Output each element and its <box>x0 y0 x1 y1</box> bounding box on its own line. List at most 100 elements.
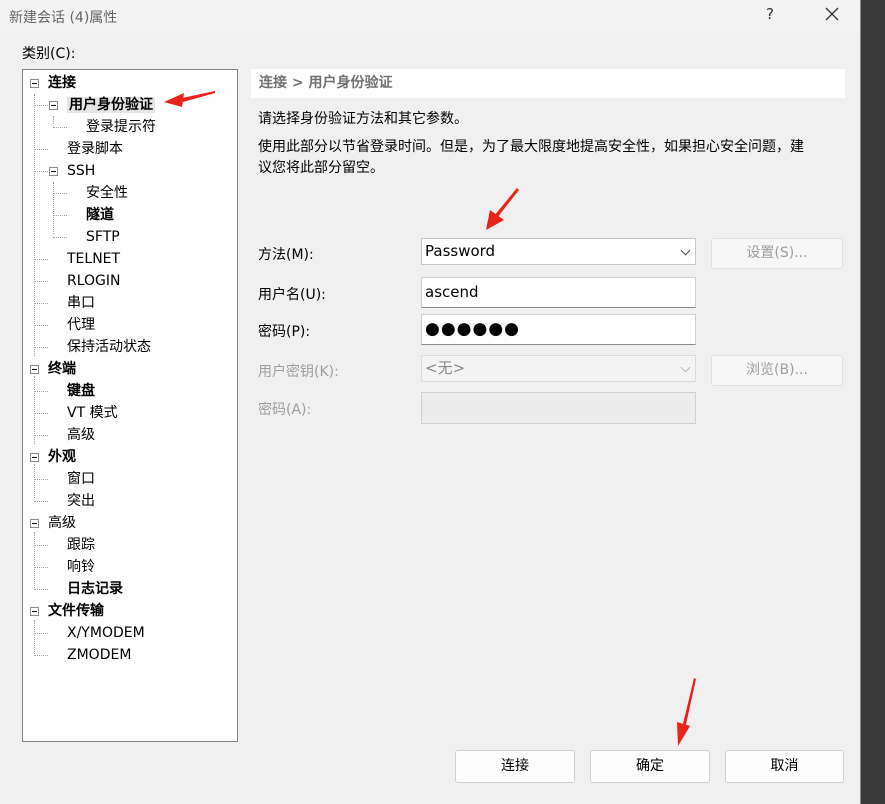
tree-connector-line <box>53 127 67 128</box>
tree-connector-line <box>34 325 48 326</box>
tree-item-label: VT 模式 <box>67 405 118 421</box>
tree-item-label: 文件传输 <box>48 603 104 619</box>
tree-item[interactable]: 隧道 <box>86 204 114 226</box>
tree-item[interactable]: TELNET <box>67 248 120 270</box>
tree-connector-line <box>34 655 48 656</box>
chevron-down-icon <box>680 362 691 373</box>
tree-item[interactable]: SSH <box>67 160 95 182</box>
tree-connector-line <box>34 620 35 654</box>
tree-item[interactable]: 高级 <box>48 512 76 534</box>
tree-connector-line <box>53 193 67 194</box>
tree-item-label: 日志记录 <box>67 581 123 597</box>
collapse-toggle-icon[interactable] <box>30 365 39 374</box>
collapse-toggle-icon[interactable] <box>30 519 39 528</box>
collapse-toggle-icon[interactable] <box>30 607 39 616</box>
tree-item[interactable]: 响铃 <box>67 556 95 578</box>
method-select[interactable]: Password <box>421 238 696 265</box>
method-value: Password <box>425 242 496 260</box>
tree-item-label: 窗口 <box>67 471 95 487</box>
tree-item[interactable]: 跟踪 <box>67 534 95 556</box>
tree-item-label: 登录提示符 <box>86 119 156 135</box>
tree-connector-line <box>53 237 67 238</box>
tree-item-label: 跟踪 <box>67 537 95 553</box>
browse-button[interactable]: 浏览(B)... <box>711 355 843 386</box>
collapse-toggle-icon[interactable] <box>49 101 58 110</box>
password-label: 密码(P): <box>258 324 311 340</box>
tree-connector-line <box>53 116 54 124</box>
description-2: 使用此部分以节省登录时间。但是，为了最大限度地提高安全性，如果担心安全问题，建 <box>258 139 804 155</box>
tree-connector-line <box>34 545 48 546</box>
tree-item-label: 突出 <box>67 493 95 509</box>
tree-connector-line <box>34 589 48 590</box>
tree-item[interactable]: VT 模式 <box>67 402 118 424</box>
tree-item-label: X/YMODEM <box>67 625 145 641</box>
tree-item[interactable]: 保持活动状态 <box>67 336 151 358</box>
help-button[interactable]: ? <box>766 5 774 23</box>
username-field[interactable]: ascend <box>421 277 696 308</box>
cancel-button[interactable]: 取消 <box>725 750 844 783</box>
tree-connector-line <box>34 259 48 260</box>
userkey-select[interactable]: <无> <box>421 355 696 382</box>
passphrase-field[interactable] <box>421 392 696 424</box>
tree-connector-line <box>34 501 48 502</box>
close-icon[interactable] <box>822 4 842 24</box>
tree-connector-line <box>53 215 67 216</box>
description-3: 议您将此部分留空。 <box>258 160 384 176</box>
tree-connector-line <box>34 347 48 348</box>
tree-item[interactable]: 高级 <box>67 424 95 446</box>
tree-item[interactable]: 安全性 <box>86 182 128 204</box>
password-value: ●●●●●● <box>425 319 521 339</box>
tree-item[interactable]: 用户身份验证 <box>67 94 155 116</box>
tree-item-label: ZMODEM <box>67 647 132 663</box>
tree-item-label: TELNET <box>67 251 121 267</box>
tree-item-label: SSH <box>67 163 96 179</box>
tree-item[interactable]: 日志记录 <box>67 578 123 600</box>
tree-item-label: 登录脚本 <box>67 141 123 157</box>
tree-connector-line <box>34 391 48 392</box>
ok-button[interactable]: 确定 <box>590 750 710 783</box>
tree-item[interactable]: 串口 <box>67 292 95 314</box>
tree-item-label: 保持活动状态 <box>67 339 151 355</box>
tree-item[interactable]: 键盘 <box>67 380 95 402</box>
tree-item-label: RLOGIN <box>67 273 121 289</box>
tree-item-label: 串口 <box>67 295 95 311</box>
tree-item[interactable]: 窗口 <box>67 468 95 490</box>
tree-item[interactable]: 终端 <box>48 358 76 380</box>
tree-item-label: 隧道 <box>86 207 114 223</box>
passphrase-label: 密码(A): <box>258 402 312 418</box>
tree-item-label: 高级 <box>48 515 76 531</box>
category-tree[interactable]: 连接 用户身份验证登录提示符登录脚本 SSH 安全性隧道 SFTP TELNET RLOGI… <box>22 69 238 742</box>
collapse-toggle-icon[interactable] <box>49 167 58 176</box>
settings-button[interactable]: 设置(S)... <box>711 238 843 269</box>
tree-item[interactable]: 突出 <box>67 490 95 512</box>
userkey-value: <无> <box>425 359 466 377</box>
annotation-arrow-method <box>486 188 519 230</box>
tree-item[interactable]: RLOGIN <box>67 270 121 292</box>
tree-item[interactable]: 外观 <box>48 446 76 468</box>
category-label: 类别(C): <box>22 46 76 62</box>
tree-item[interactable]: 文件传输 <box>48 600 104 622</box>
tree-item[interactable]: 登录脚本 <box>67 138 123 160</box>
tree-item-label: 代理 <box>67 317 95 333</box>
password-field[interactable]: ●●●●●● <box>421 314 696 345</box>
annotation-arrow-tree <box>164 91 215 107</box>
tree-item[interactable]: SFTP <box>86 226 120 248</box>
breadcrumb: 连接 > 用户身份验证 <box>251 69 845 98</box>
collapse-toggle-icon[interactable] <box>30 453 39 462</box>
collapse-toggle-icon[interactable] <box>30 79 39 88</box>
tree-connector-line <box>53 182 54 234</box>
tree-item[interactable]: 连接 <box>48 72 76 94</box>
tree-connector-line <box>34 464 35 498</box>
tree-connector-line <box>34 281 48 282</box>
userkey-label: 用户密钥(K): <box>258 364 339 380</box>
tree-item[interactable]: ZMODEM <box>67 644 131 666</box>
tree-item[interactable]: 登录提示符 <box>86 116 156 138</box>
tree-item-label: SFTP <box>86 229 120 245</box>
tree-connector-line <box>34 567 48 568</box>
connect-button[interactable]: 连接 <box>455 750 575 783</box>
tree-item[interactable]: X/YMODEM <box>67 622 145 644</box>
tree-connector-line <box>34 413 48 414</box>
tree-item[interactable]: 代理 <box>67 314 95 336</box>
username-label: 用户名(U): <box>258 287 326 303</box>
tree-item-label: 终端 <box>48 361 76 377</box>
